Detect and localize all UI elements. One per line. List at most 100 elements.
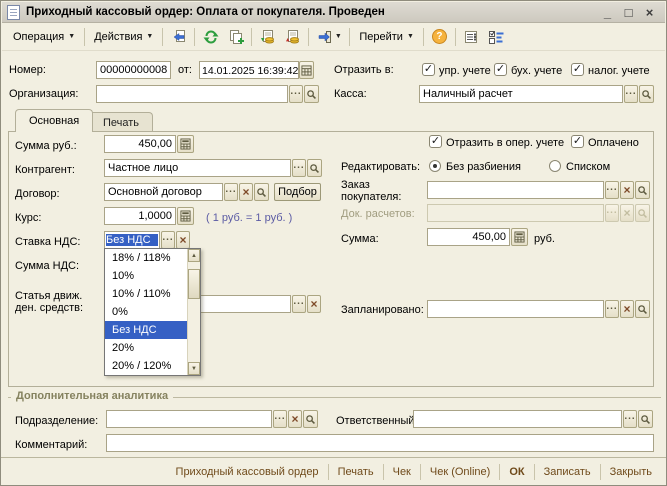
ellipsis-button[interactable]: ... <box>605 300 619 318</box>
book-accounting-checkbox[interactable]: ✓ <box>494 63 507 76</box>
vat-option[interactable]: 0% <box>105 303 189 321</box>
calendar-button[interactable] <box>299 61 314 79</box>
footer-button-check[interactable]: Чек <box>384 466 420 478</box>
minimize-button[interactable]: _ <box>600 5 615 20</box>
title-bar: Приходный кассовый ордер: Оплата от поку… <box>2 2 665 23</box>
scroll-up-button[interactable]: ▲ <box>188 249 200 262</box>
ellipsis-button[interactable]: ... <box>624 85 638 103</box>
organization-field[interactable] <box>96 85 288 103</box>
goto-menu-button[interactable]: Перейти ▼ <box>353 28 420 46</box>
number-field[interactable]: 00000000008 <box>96 61 171 79</box>
clear-button[interactable]: × <box>239 183 253 201</box>
close-button[interactable]: × <box>642 5 657 20</box>
search-button[interactable] <box>638 410 653 428</box>
date-field[interactable]: 14.01.2025 16:39:42 <box>199 61 299 79</box>
check-icon: ✓ <box>496 63 505 75</box>
radio-no-split[interactable] <box>429 160 441 172</box>
list-settings-button[interactable] <box>459 26 484 48</box>
search-button[interactable] <box>304 85 319 103</box>
search-button[interactable] <box>307 159 322 177</box>
calculator-button[interactable] <box>511 228 528 246</box>
scrollbar-thumb[interactable] <box>188 269 200 299</box>
tax-accounting-checkbox[interactable]: ✓ <box>571 63 584 76</box>
rate-field[interactable]: 1,0000 <box>104 207 176 225</box>
magnifier-icon <box>309 163 320 174</box>
close-button-footer[interactable]: Закрыть <box>601 466 661 478</box>
responsible-field[interactable] <box>413 410 622 428</box>
counterparty-field[interactable]: Частное лицо <box>104 159 291 177</box>
vat-option[interactable]: 10% <box>105 267 189 285</box>
actions-menu-button[interactable]: Действия ▼ <box>88 28 159 46</box>
tab-print[interactable]: Печать <box>89 112 153 132</box>
ellipsis-button[interactable]: ... <box>292 159 306 177</box>
search-button[interactable] <box>303 410 318 428</box>
ellipsis-button[interactable]: ... <box>605 181 619 199</box>
selection-button[interactable]: Подбор <box>274 183 321 201</box>
magnifier-icon <box>637 185 648 196</box>
check-icon: ✓ <box>573 135 582 147</box>
operation-menu-button[interactable]: Операция ▼ <box>7 28 81 46</box>
ellipsis-button[interactable]: ... <box>292 295 306 313</box>
search-button[interactable] <box>254 183 269 201</box>
toolbar-separator <box>423 28 424 46</box>
check-icon: ✓ <box>424 63 433 75</box>
copy-button[interactable] <box>223 26 248 48</box>
vat-rate-combo[interactable]: Без НДС <box>104 231 160 249</box>
clear-button[interactable]: × <box>620 300 634 318</box>
maximize-button[interactable]: □ <box>621 5 636 20</box>
department-field[interactable] <box>106 410 272 428</box>
footer-button-print[interactable]: Печать <box>329 466 383 478</box>
sum-field[interactable]: 450,00 <box>427 228 510 246</box>
footer-button-cash-order[interactable]: Приходный кассовый ордер <box>167 466 328 478</box>
help-button[interactable]: ? <box>427 26 452 48</box>
sum-rub-field[interactable]: 450,00 <box>104 135 176 153</box>
create-based-on-button[interactable]: ▼ <box>312 26 346 48</box>
copy-icon <box>228 29 244 45</box>
dropdown-scrollbar[interactable]: ▲ ▼ <box>187 249 200 375</box>
structure-settings-button[interactable] <box>484 26 509 48</box>
post-document-button[interactable] <box>166 26 191 48</box>
clear-button[interactable]: × <box>307 295 321 313</box>
paid-label: Оплачено <box>588 136 639 150</box>
ellipsis-button[interactable]: ... <box>273 410 287 428</box>
comment-field[interactable] <box>106 434 654 452</box>
calculator-icon <box>180 210 191 222</box>
management-accounting-checkbox[interactable]: ✓ <box>422 63 435 76</box>
planned-field[interactable] <box>427 300 604 318</box>
clear-button[interactable]: × <box>288 410 302 428</box>
ellipsis-button[interactable]: ... <box>224 183 238 201</box>
search-button[interactable] <box>635 181 650 199</box>
vat-option[interactable]: 18% / 118% <box>105 249 189 267</box>
vat-option[interactable]: 20% <box>105 339 189 357</box>
clear-button[interactable]: × <box>620 181 634 199</box>
tab-main[interactable]: Основная <box>15 109 93 132</box>
vat-option[interactable]: 20% / 120% <box>105 357 189 375</box>
refresh-button[interactable] <box>198 26 223 48</box>
paid-checkbox[interactable]: ✓ <box>571 135 584 148</box>
save-button[interactable]: Записать <box>535 466 600 478</box>
ellipsis-button[interactable]: ... <box>161 231 175 249</box>
search-button[interactable] <box>635 300 650 318</box>
buyer-order-field[interactable] <box>427 181 604 199</box>
contract-field[interactable]: Основной договор <box>104 183 223 201</box>
incoming-payment-button[interactable] <box>255 26 280 48</box>
magnifier-icon <box>256 187 267 198</box>
vat-option[interactable]: 10% / 110% <box>105 285 189 303</box>
operational-accounting-checkbox[interactable]: ✓ <box>429 135 442 148</box>
scroll-down-button[interactable]: ▼ <box>188 362 200 375</box>
footer-button-check-online[interactable]: Чек (Online) <box>421 466 499 478</box>
clear-button[interactable]: × <box>176 231 190 249</box>
ellipsis-button[interactable]: ... <box>623 410 637 428</box>
outgoing-payment-button[interactable] <box>280 26 305 48</box>
ellipsis-icon: ... <box>290 86 301 103</box>
clear-icon: × <box>623 183 630 198</box>
vat-option-selected[interactable]: Без НДС <box>105 321 189 339</box>
calculator-button[interactable] <box>177 207 194 225</box>
ok-button[interactable]: ОК <box>500 466 533 478</box>
calculator-button[interactable] <box>177 135 194 153</box>
ellipsis-button[interactable]: ... <box>289 85 303 103</box>
radio-list[interactable] <box>549 160 561 172</box>
cashdesk-field[interactable]: Наличный расчет <box>419 85 623 103</box>
search-button[interactable] <box>639 85 654 103</box>
buyer-order-label-line2: покупателя: <box>341 190 401 204</box>
